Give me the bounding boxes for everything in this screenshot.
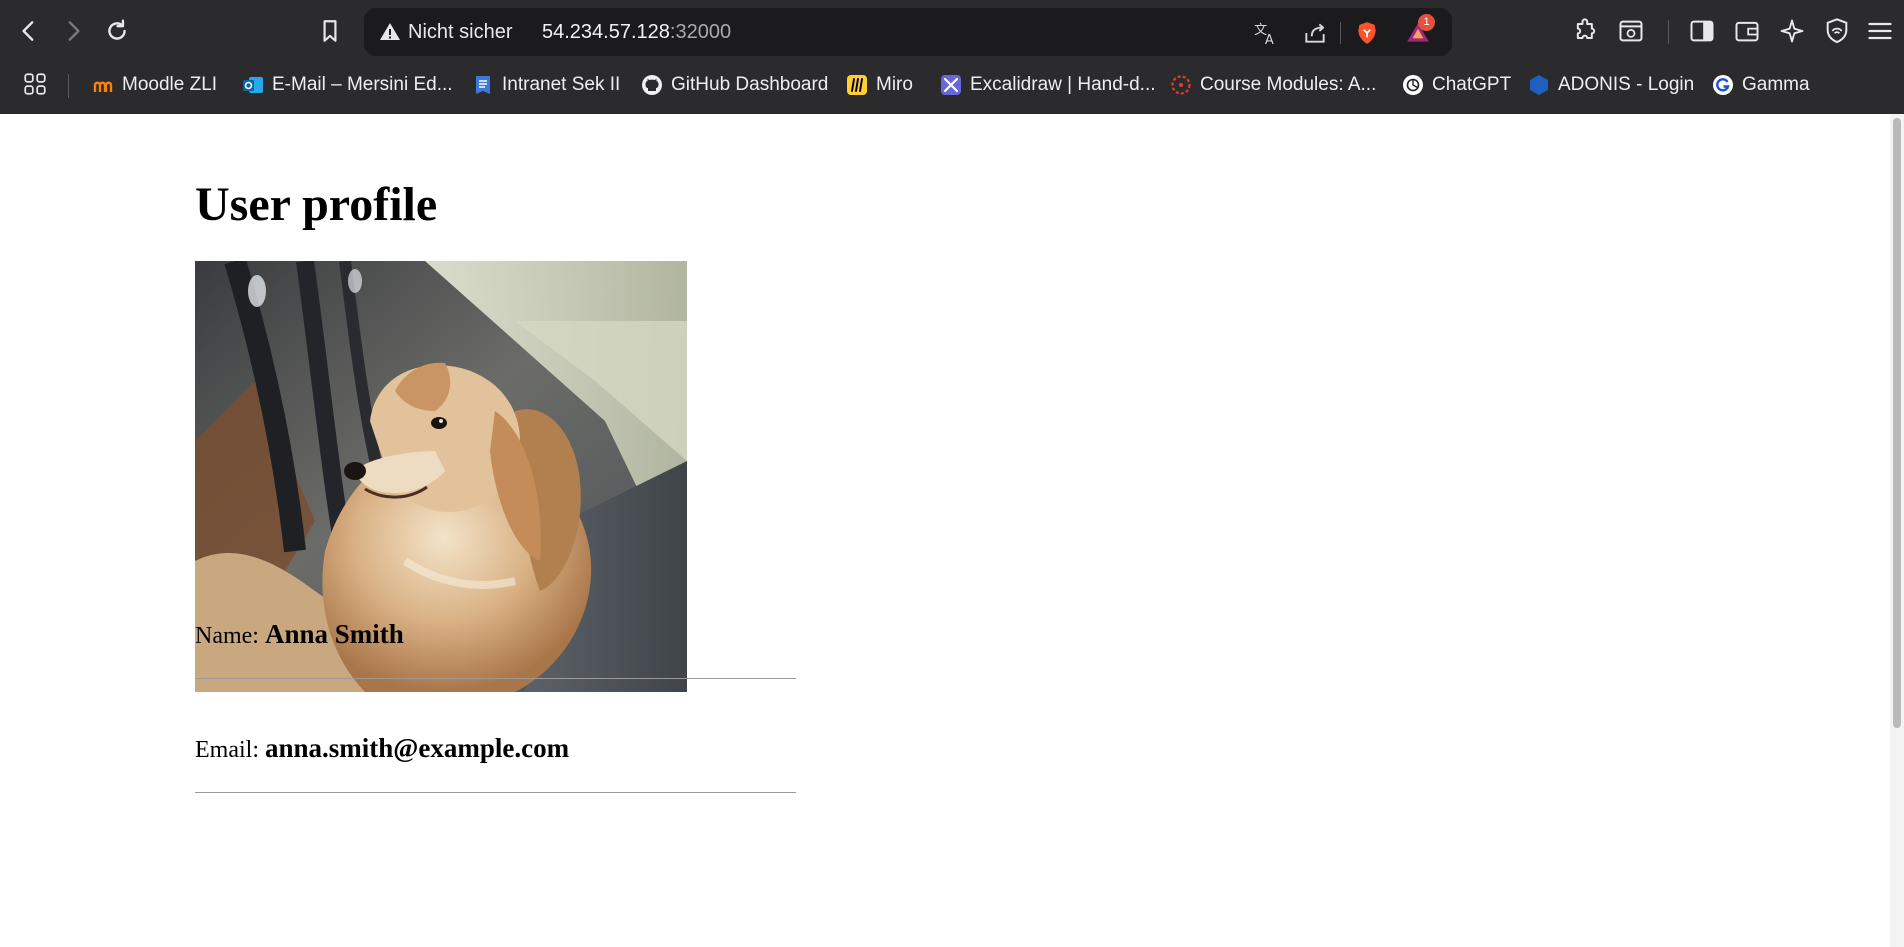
- moodle-icon: [93, 81, 113, 92]
- email-value: anna.smith@example.com: [264, 733, 570, 763]
- outlook-icon: [243, 77, 263, 93]
- name-value: Anna Smith: [264, 619, 404, 649]
- gamma-icon: [1713, 75, 1733, 95]
- share-icon[interactable]: [1302, 20, 1328, 46]
- bookmark-intranet[interactable]: Intranet Sek II: [472, 69, 620, 101]
- menu-icon[interactable]: [1866, 17, 1894, 45]
- excalidraw-icon: [941, 75, 961, 95]
- bookmark-github[interactable]: GitHub Dashboard: [641, 69, 828, 101]
- bookmark-canvas[interactable]: Course Modules: A...: [1170, 69, 1376, 101]
- bookmark-label: Gamma: [1742, 74, 1810, 95]
- svg-text:A: A: [1265, 33, 1274, 46]
- back-button[interactable]: [12, 14, 46, 48]
- name-label: Name:: [195, 623, 259, 649]
- apps-grid-icon[interactable]: [22, 71, 48, 97]
- browser-chrome: Nicht sicher 54.234.57.128:32000 文A 1 Mo…: [0, 0, 1904, 114]
- leo-ai-icon[interactable]: [1778, 17, 1806, 45]
- notification-badge: 1: [1418, 14, 1435, 31]
- email-field: Email: anna.smith@example.com: [195, 733, 569, 764]
- bookmark-page-button[interactable]: [313, 14, 347, 48]
- divider: [195, 678, 796, 679]
- bookmark-label: E-Mail – Mersini Ed...: [272, 74, 453, 95]
- bookmark-email[interactable]: E-Mail – Mersini Ed...: [242, 69, 453, 101]
- url-separator: [1340, 22, 1341, 44]
- forward-button[interactable]: [56, 14, 90, 48]
- sidebar-icon[interactable]: [1688, 17, 1716, 45]
- chatgpt-icon: [1403, 75, 1423, 95]
- bookmark-icon: [323, 20, 337, 42]
- forward-arrow-icon: [68, 21, 80, 41]
- bookmark-label: Intranet Sek II: [502, 74, 621, 95]
- bookmark-label: ChatGPT: [1432, 74, 1512, 95]
- bookmark-gamma[interactable]: Gamma: [1712, 69, 1810, 101]
- bookmark-label: Moodle ZLI: [122, 74, 218, 95]
- intranet-icon: [476, 76, 490, 94]
- bookmarks-bar: Moodle ZLI E-Mail – Mersini Ed... Intran…: [0, 66, 1904, 106]
- github-icon: [642, 75, 662, 95]
- vpn-icon[interactable]: [1823, 17, 1851, 45]
- bookmark-excalidraw[interactable]: Excalidraw | Hand-d...: [940, 69, 1156, 101]
- divider: [195, 792, 796, 793]
- bookmark-miro[interactable]: Miro: [846, 69, 913, 101]
- bookmark-moodle[interactable]: Moodle ZLI: [92, 69, 217, 101]
- email-label: Email:: [195, 737, 259, 763]
- wallet-icon[interactable]: [1733, 17, 1761, 45]
- miro-icon: [847, 75, 867, 95]
- bookmark-label: Miro: [876, 74, 913, 95]
- back-arrow-icon: [22, 21, 34, 41]
- bookmark-adonis[interactable]: ADONIS - Login: [1528, 69, 1694, 101]
- bookmark-label: ADONIS - Login: [1558, 74, 1695, 95]
- adonis-icon: [1530, 75, 1548, 95]
- bookmark-chatgpt[interactable]: ChatGPT: [1402, 69, 1511, 101]
- translate-icon[interactable]: 文A: [1253, 20, 1279, 46]
- extensions-icon[interactable]: [1572, 17, 1600, 45]
- url-text[interactable]: 54.234.57.128:32000: [542, 21, 731, 44]
- name-field: Name: Anna Smith: [195, 619, 404, 650]
- toolbar-separator: [1668, 20, 1669, 44]
- bookmark-label: Excalidraw | Hand-d...: [970, 74, 1156, 95]
- bookmark-label: GitHub Dashboard: [671, 74, 829, 95]
- scrollbar-thumb[interactable]: [1893, 118, 1901, 728]
- url-port: :32000: [669, 21, 732, 43]
- reload-icon: [108, 19, 126, 40]
- page-title: User profile: [195, 178, 438, 231]
- bookmark-label: Course Modules: A...: [1200, 74, 1377, 95]
- security-status[interactable]: Nicht sicher: [408, 21, 512, 44]
- reload-button[interactable]: [100, 14, 134, 48]
- url-host: 54.234.57.128: [542, 21, 670, 43]
- warning-icon: [380, 23, 400, 40]
- bookmarks-separator: [68, 74, 69, 98]
- brave-shields-icon[interactable]: [1354, 20, 1380, 46]
- canvas-icon: [1171, 75, 1191, 95]
- address-bar[interactable]: Nicht sicher 54.234.57.128:32000 文A 1: [364, 8, 1452, 56]
- vertical-scrollbar[interactable]: [1890, 114, 1904, 947]
- page-content: User profile Name: Anna Smith Email: ann…: [0, 114, 1890, 947]
- reader-mode-icon[interactable]: [1617, 17, 1645, 45]
